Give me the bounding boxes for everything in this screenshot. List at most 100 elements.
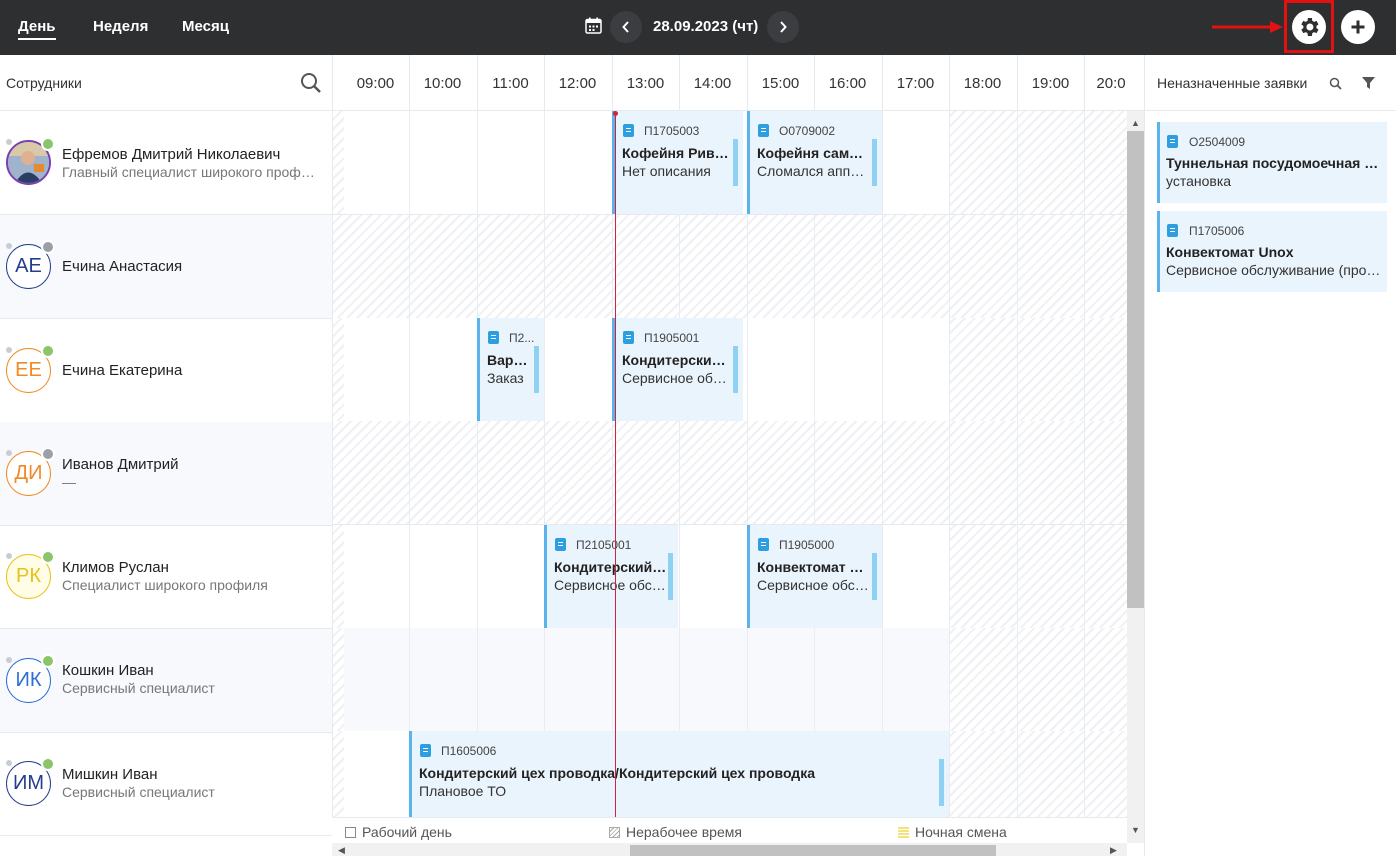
row-marker	[6, 450, 12, 456]
grid-row[interactable]	[333, 215, 1127, 319]
row-marker	[6, 760, 12, 766]
resize-handle[interactable]	[872, 139, 877, 186]
employee-role: Главный специалист широкого профиля	[62, 164, 322, 180]
unassigned-card[interactable]: П1705006 Конвектомат Unox Сервисное обсл…	[1157, 211, 1387, 292]
task-title: Варочный	[487, 352, 533, 368]
hour-gridline	[409, 111, 410, 817]
tab-day[interactable]: День	[18, 18, 56, 40]
employee-name: Иванов Дмитрий	[62, 456, 179, 473]
employee-name: Ечина Екатерина	[62, 362, 183, 379]
legend: Рабочий день Нерабочее время Ночная смен…	[332, 817, 1127, 843]
scroll-down-icon[interactable]: ▼	[1131, 825, 1140, 835]
filter-icon[interactable]	[1362, 77, 1375, 89]
resize-handle[interactable]	[872, 553, 877, 600]
employee-row[interactable]: ИК Кошкин Иван Сервисный специалист	[0, 629, 332, 733]
current-date[interactable]: 28.09.2023 (чт)	[653, 18, 758, 35]
unassigned-card[interactable]: О2504009 Туннельная посудомоечная машина…	[1157, 122, 1387, 203]
hour-divider	[1017, 55, 1018, 111]
employee-row[interactable]: РК Климов Руслан Специалист широкого про…	[0, 525, 332, 629]
employee-row[interactable]: ЕЕ Ечина Екатерина	[0, 319, 332, 423]
add-button[interactable]	[1341, 10, 1375, 44]
online-status-icon	[41, 137, 55, 151]
task-title: Кондитерский цех	[622, 352, 732, 368]
tab-week[interactable]: Неделя	[93, 18, 148, 35]
employee-name: Ечина Анастасия	[62, 258, 183, 275]
hour-divider	[1084, 55, 1085, 111]
online-status-icon	[41, 654, 55, 668]
task-card[interactable]: П2105001 Кондитерский цех Сервисное обсл…	[544, 525, 678, 628]
resize-handle[interactable]	[733, 346, 738, 393]
grid-row[interactable]	[333, 421, 1127, 525]
row-marker	[6, 139, 12, 145]
search-icon[interactable]	[1329, 77, 1342, 90]
hour-gridline	[1084, 111, 1085, 817]
hour-label: 17:00	[896, 75, 935, 92]
unassigned-header: Неназначенные заявки	[1157, 75, 1308, 91]
task-id: П1905001	[644, 331, 700, 345]
task-id: П1705003	[644, 124, 700, 138]
current-time-marker	[613, 111, 618, 116]
employee-row[interactable]: ИМ Мишкин Иван Сервисный специалист	[0, 732, 332, 836]
clipboard-icon	[420, 744, 431, 757]
scroll-right-icon[interactable]: ▶	[1110, 845, 1117, 856]
legend-label: Ночная смена	[915, 824, 1007, 840]
tab-month[interactable]: Месяц	[182, 18, 229, 35]
hour-divider	[612, 55, 613, 111]
task-description: Заказ	[487, 370, 524, 386]
prev-day-button[interactable]	[610, 11, 642, 43]
task-card[interactable]: П1605006 Кондитерский цех проводка/Конди…	[409, 731, 949, 817]
legend-label: Рабочий день	[362, 824, 452, 840]
resize-handle[interactable]	[668, 553, 673, 600]
employee-role: —	[62, 474, 76, 490]
hour-gridline	[477, 111, 478, 817]
scroll-up-icon[interactable]: ▲	[1131, 118, 1140, 128]
task-description: Сломался аппарат	[757, 163, 871, 179]
row-marker	[6, 243, 12, 249]
hour-gridline	[949, 111, 950, 817]
header-divider	[1144, 55, 1145, 111]
search-icon[interactable]	[300, 72, 322, 94]
task-card[interactable]: П2... Варочный Заказ	[477, 318, 544, 421]
hour-label: 16:00	[828, 75, 867, 92]
employee-row[interactable]: АЕ Ечина Анастасия	[0, 215, 332, 319]
chevron-left-icon	[622, 21, 629, 33]
legend-night: Ночная смена	[898, 824, 1007, 840]
legend-workday: Рабочий день	[345, 824, 452, 840]
hour-gridline	[747, 111, 748, 817]
workday-area[interactable]	[344, 628, 949, 731]
hour-label: 10:00	[423, 75, 462, 92]
task-description: Сервисное обслуживание	[757, 577, 871, 593]
employee-row[interactable]: ДИ Иванов Дмитрий —	[0, 422, 332, 526]
resize-handle[interactable]	[733, 139, 738, 186]
task-card[interactable]: П1905000 Конвектомат Unox Сервисное обсл…	[747, 525, 882, 628]
hour-divider	[544, 55, 545, 111]
resize-handle[interactable]	[939, 759, 944, 806]
task-title: Кондитерский цех	[554, 559, 667, 575]
night-swatch-icon	[898, 827, 909, 838]
task-id: О0709002	[779, 124, 836, 138]
hour-label: 12:00	[558, 75, 597, 92]
task-card[interactable]: О0709002 Кофейня самообслуживания Сломал…	[747, 111, 882, 214]
online-status-icon	[41, 344, 55, 358]
hour-label: 09:00	[356, 75, 395, 92]
hour-divider	[882, 55, 883, 111]
calendar-icon[interactable]	[585, 17, 602, 34]
grid-row[interactable]	[333, 628, 1127, 732]
row-marker	[6, 657, 12, 663]
task-description: Сервисное обслуживание (профилактика)	[1166, 262, 1384, 278]
chevron-right-icon	[780, 21, 787, 33]
vertical-scroll-thumb[interactable]	[1127, 131, 1144, 608]
resize-handle[interactable]	[534, 346, 539, 393]
horizontal-scroll-thumb[interactable]	[630, 845, 996, 856]
employee-row[interactable]: Ефремов Дмитрий Николаевич Главный специ…	[0, 111, 332, 215]
grid-row[interactable]	[333, 525, 1127, 629]
next-day-button[interactable]	[767, 11, 799, 43]
hour-label: 20:0	[1096, 75, 1126, 92]
clipboard-icon	[758, 538, 769, 551]
hour-gridline	[679, 111, 680, 817]
task-card[interactable]: П1705003 Кофейня Ривьера Нет описания	[612, 111, 743, 214]
hour-label: 18:00	[963, 75, 1002, 92]
schedule-grid: П1705003 Кофейня Ривьера Нет описания О0…	[332, 111, 1127, 817]
task-card[interactable]: П1905001 Кондитерский цех Сервисное обсл…	[612, 318, 743, 421]
scroll-left-icon[interactable]: ◀	[338, 845, 345, 856]
